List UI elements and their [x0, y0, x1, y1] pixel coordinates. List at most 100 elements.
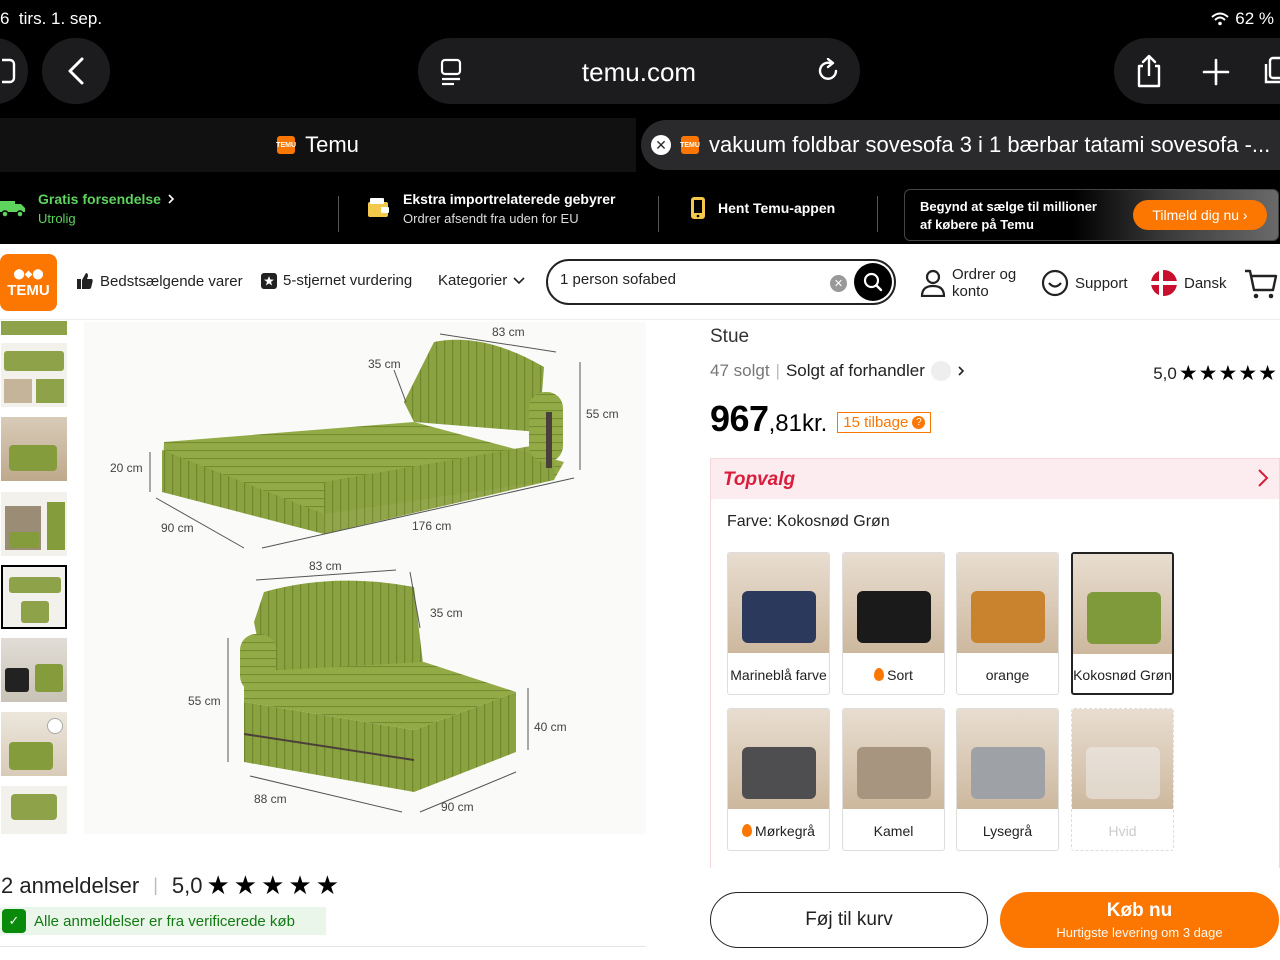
divider [877, 196, 878, 232]
flame-icon [874, 668, 885, 681]
dim-label: 176 cm [412, 519, 451, 533]
color-swatch[interactable]: Lysegrå [956, 708, 1059, 851]
danish-flag-icon [1151, 270, 1177, 296]
seller-signup-button[interactable]: Tilmeld dig nu › [1133, 200, 1267, 230]
search-input[interactable] [560, 271, 820, 288]
temu-favicon: TEMU [680, 136, 700, 154]
thumbs-up-icon [77, 273, 93, 289]
thumbnail[interactable] [1, 638, 67, 702]
dim-label: 40 cm [534, 720, 567, 734]
nav-bestsellers[interactable]: Bedstsælgende varer [76, 272, 243, 290]
price: 967 ,81kr. 15 tilbage ? [710, 398, 932, 440]
swatch-image [728, 553, 829, 653]
tab-product[interactable]: ✕ TEMU vakuum foldbar sovesofa 3 i 1 bær… [641, 120, 1280, 170]
search-button[interactable] [854, 263, 892, 301]
divider [0, 946, 646, 947]
swatch-label: Mørkegrå [755, 822, 815, 839]
seller-avatar [930, 361, 951, 381]
sofa-bed-flat [162, 339, 564, 534]
thumbnail[interactable] [1, 343, 67, 407]
user-icon [920, 269, 946, 297]
color-swatch[interactable]: Mørkegrå [727, 708, 830, 851]
buy-now-button[interactable]: Køb nu Hurtigste levering om 3 dage [1000, 892, 1279, 948]
main-product-image[interactable]: 83 cm 35 cm 55 cm 20 cm 90 cm 176 cm 83 … [84, 322, 646, 834]
dim-label: 90 cm [441, 800, 474, 814]
chevron-right-icon[interactable] [957, 365, 965, 377]
swatch-sofa [971, 747, 1045, 799]
temu-logo[interactable]: ⬤◆⬤ TEMU [0, 254, 57, 311]
nav-orders-account[interactable]: Ordrer og konto [920, 266, 1016, 300]
topvalg-section: Topvalg Farve: Kokosnød Grøn Marineblå f… [710, 458, 1280, 868]
thumbnail[interactable] [1, 786, 67, 834]
phone-icon [691, 197, 705, 219]
new-tab-icon[interactable] [1202, 58, 1230, 86]
swatch-label: Marineblå farve [730, 666, 827, 683]
add-to-cart-button[interactable]: Føj til kurv [710, 892, 988, 948]
swatch-label: Kamel [873, 822, 914, 839]
battery-level: 62 % [1235, 9, 1274, 28]
import-fees-promo[interactable]: Ekstra importrelaterede gebyrer Ordrer a… [367, 172, 615, 244]
dim-label: 35 cm [430, 606, 463, 620]
search-icon [863, 272, 883, 292]
color-swatch[interactable]: orange [956, 552, 1059, 695]
sidebar-button[interactable] [0, 38, 28, 104]
nav-five-star[interactable]: 5-stjernet vurdering [261, 272, 412, 289]
divider [658, 196, 659, 232]
browser-actions [1114, 38, 1280, 104]
color-swatch[interactable]: Kamel [842, 708, 945, 851]
color-swatch[interactable]: Kokosnød Grøn [1071, 552, 1174, 695]
close-tab-icon[interactable]: ✕ [651, 135, 671, 155]
dim-label: 55 cm [188, 694, 221, 708]
product-rating[interactable]: 5,0 ★★★★★ [1153, 361, 1278, 386]
seller-signup-banner[interactable]: Begynd at sælge til millioner af købere … [904, 189, 1279, 241]
thumbnail[interactable] [1, 712, 67, 776]
swatch-sofa [1087, 592, 1161, 644]
color-label: Farve: Kokosnød Grøn [727, 513, 890, 530]
reload-icon[interactable] [816, 58, 840, 84]
help-icon[interactable]: ? [912, 416, 926, 429]
nav-categories[interactable]: Kategorier [438, 272, 525, 289]
tab-temu[interactable]: TEMU Temu [0, 118, 636, 172]
app-promo[interactable]: Hent Temu-appen [690, 172, 835, 244]
free-shipping-promo[interactable]: Gratis forsendelse Utrolig [0, 172, 175, 244]
swatch-image [1072, 709, 1173, 809]
thumbnail-selected[interactable] [1, 565, 67, 629]
swatch-image [1073, 554, 1172, 654]
sofa-dimension-drawing: 83 cm 35 cm 55 cm 20 cm 90 cm 176 cm 83 … [110, 325, 619, 814]
cart-icon[interactable] [1244, 268, 1278, 300]
nav-support[interactable]: Support [1041, 269, 1128, 297]
dim-label: 90 cm [161, 521, 194, 535]
nav-language[interactable]: Dansk [1150, 269, 1227, 297]
clear-search-icon[interactable]: ✕ [830, 275, 847, 292]
color-swatch[interactable]: Sort [842, 552, 945, 695]
swatch-image [728, 709, 829, 809]
address-bar[interactable]: temu.com [418, 38, 860, 104]
back-button[interactable] [42, 38, 110, 104]
color-swatch[interactable]: Marineblå farve [727, 552, 830, 695]
promo-bar: Gratis forsendelse Utrolig Ekstra import… [0, 172, 1280, 244]
browser-chrome: 6 tirs. 1. sep. 62 % temu.com TEMU Temu … [0, 0, 1280, 172]
chevron-right-icon [1258, 469, 1269, 487]
dim-label: 83 cm [309, 559, 342, 573]
swatch-image [957, 709, 1058, 809]
color-swatch[interactable]: Hvid [1071, 708, 1174, 851]
swatch-sofa [742, 747, 816, 799]
breadcrumb[interactable]: Stue [710, 326, 749, 348]
swatch-image [843, 553, 944, 653]
swatch-sofa [742, 591, 816, 643]
divider [338, 196, 339, 232]
stock-badge: 15 tilbage ? [837, 412, 932, 433]
share-icon[interactable] [1134, 54, 1164, 88]
swatch-label: orange [985, 666, 1030, 683]
tabs-icon[interactable] [1264, 56, 1280, 86]
topvalg-header[interactable]: Topvalg [711, 459, 1279, 499]
url-text: temu.com [581, 57, 697, 87]
thumbnail[interactable] [1, 321, 67, 335]
thumbnail[interactable] [1, 492, 67, 556]
dim-label: 20 cm [110, 461, 143, 475]
thumbnail[interactable] [1, 417, 67, 481]
status-time: 6 tirs. 1. sep. [0, 9, 103, 28]
reviews-summary[interactable]: 2 anmeldelser | 5,0 ★★★★★ [1, 870, 343, 901]
sales-seller-line: 47 solgt | Solgt af forhandler [710, 361, 965, 381]
seller-link[interactable]: Solgt af forhandler [786, 361, 925, 381]
